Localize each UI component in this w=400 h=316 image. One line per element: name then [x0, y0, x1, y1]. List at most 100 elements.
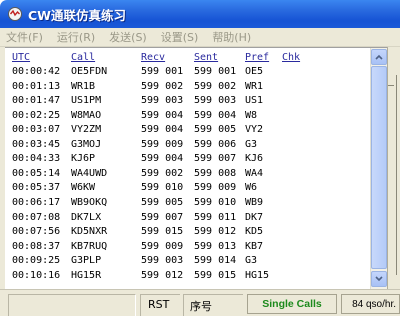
log-cell-utc: 00:01:13	[12, 80, 61, 92]
log-row[interactable]: 00:09:25 G3PLP 599 003 599 014 G3	[5, 254, 375, 268]
menu-item[interactable]: 帮助(H)	[205, 29, 258, 45]
log-cell-sent: 599 006	[194, 138, 237, 150]
title-bar[interactable]: CW通联仿真练习	[0, 0, 400, 28]
arrow-up-icon	[375, 54, 383, 60]
window-title: CW通联仿真练习	[28, 7, 126, 23]
column-header-call: Call	[71, 52, 96, 63]
menu-bar: 文件(F) 运行(R) 发送(S) 设置(S) 帮助(H)	[0, 28, 400, 47]
log-cell-call: OE5FDN	[71, 66, 108, 77]
log-cell-call: US1PM	[71, 95, 102, 107]
log-cell-pref: US1	[245, 95, 264, 107]
panel-divider	[396, 75, 397, 275]
call-field-frame	[8, 294, 136, 316]
log-cell-sent: 599 014	[194, 255, 237, 267]
qso-rate: 84 qso/hr.	[341, 294, 400, 314]
log-cell-recv: 599 012	[141, 269, 184, 281]
entry-bar: 呼号 RST 序号 Single Calls 84 qso/hr.	[0, 289, 400, 316]
mode-status: Single Calls	[247, 294, 337, 314]
log-cell-recv: 599 009	[141, 138, 184, 150]
log-cell-recv: 599 001	[141, 66, 184, 77]
log-cell-utc: 00:03:07	[12, 124, 61, 136]
log-cell-call: W6KW	[71, 182, 96, 194]
log-cell-pref: WA4	[245, 167, 264, 179]
log-cell-utc: 00:05:14	[12, 167, 61, 179]
log-cell-call: G3MOJ	[71, 138, 102, 150]
log-row[interactable]: 00:07:08 DK7LX 599 007 599 011 DK7	[5, 211, 375, 225]
log-row[interactable]: 00:02:25 W8MAO 599 004 599 004 W8	[5, 109, 375, 123]
log-cell-pref: G3	[245, 138, 258, 150]
log-cell-utc: 00:06:17	[12, 196, 61, 208]
log-cell-pref: W6	[245, 182, 258, 194]
log-cell-utc: 00:07:56	[12, 226, 61, 238]
log-cell-sent: 599 011	[194, 211, 237, 223]
qso-log[interactable]: UTC Call Recv Sent Pref Chk 00:00:42 OE5F…	[5, 47, 387, 289]
column-header-utc: UTC	[12, 52, 31, 63]
log-cell-recv: 599 002	[141, 80, 184, 92]
log-cell-utc: 00:03:45	[12, 138, 61, 150]
log-cell-recv: 599 004	[141, 124, 184, 136]
log-cell-utc: 00:05:37	[12, 182, 61, 194]
log-cell-utc: 00:10:16	[12, 269, 61, 281]
log-row[interactable]: 00:07:56 KD5NXR 599 015 599 012 KD5	[5, 225, 375, 239]
log-row[interactable]: 00:03:45 G3MOJ 599 009 599 006 G3	[5, 138, 375, 152]
log-cell-utc: 00:02:25	[12, 109, 61, 121]
log-cell-call: KD5NXR	[71, 226, 108, 238]
log-cell-recv: 599 009	[141, 240, 184, 252]
log-row[interactable]: 00:00:42 OE5FDN 599 001 599 001 OE5	[5, 65, 375, 79]
log-cell-recv: 599 005	[141, 196, 184, 208]
panel-divider	[388, 85, 394, 86]
menu-item[interactable]: 文件(F)	[0, 29, 50, 45]
log-cell-call: KJ6P	[71, 153, 96, 165]
log-cell-recv: 599 004	[141, 153, 184, 165]
log-cell-call: W8MAO	[71, 109, 102, 121]
log-cell-utc: 00:09:25	[12, 255, 61, 267]
log-row[interactable]: 00:06:17 WB9OKQ 599 005 599 010 WB9	[5, 196, 375, 210]
log-cell-recv: 599 003	[141, 255, 184, 267]
log-cell-utc: 00:00:42	[12, 66, 61, 77]
log-row[interactable]: 00:05:14 WA4UWD 599 002 599 008 WA4	[5, 167, 375, 181]
log-cell-recv: 599 010	[141, 182, 184, 194]
log-cell-sent: 599 007	[194, 153, 237, 165]
log-cell-recv: 599 015	[141, 226, 184, 238]
log-cell-recv: 599 003	[141, 95, 184, 107]
log-row[interactable]: 00:08:37 KB7RUQ 599 009 599 013 KB7	[5, 240, 375, 254]
log-cell-call: WB9OKQ	[71, 196, 108, 208]
log-row[interactable]: 00:05:37 W6KW 599 010 599 009 W6	[5, 181, 375, 195]
log-cell-pref: WR1	[245, 80, 264, 92]
menu-item[interactable]: 设置(S)	[154, 29, 206, 45]
arrow-down-icon	[375, 276, 383, 282]
log-cell-call: WR1B	[71, 80, 96, 92]
log-cell-pref: KJ6	[245, 153, 264, 165]
log-cell-sent: 599 002	[194, 80, 237, 92]
log-row[interactable]: 00:04:33 KJ6P 599 004 599 007 KJ6	[5, 152, 375, 166]
menu-item[interactable]: 运行(R)	[50, 29, 102, 45]
log-cell-utc: 00:04:33	[12, 153, 61, 165]
log-row[interactable]: 00:03:07 VY2ZM 599 004 599 005 VY2	[5, 123, 375, 137]
log-cell-sent: 599 013	[194, 240, 237, 252]
log-row[interactable]: 00:01:13 WR1B 599 002 599 002 WR1	[5, 80, 375, 94]
log-cell-sent: 599 009	[194, 182, 237, 194]
log-cell-pref: VY2	[245, 124, 264, 136]
log-cell-utc: 00:08:37	[12, 240, 61, 252]
log-cell-sent: 599 012	[194, 226, 237, 238]
log-header: UTC Call Recv Sent Pref Chk	[5, 51, 375, 65]
scroll-thumb[interactable]	[371, 66, 387, 269]
log-scrollbar[interactable]	[370, 48, 387, 289]
scroll-down-button[interactable]	[371, 271, 387, 287]
log-cell-call: HG15R	[71, 269, 102, 281]
log-cell-sent: 599 015	[194, 269, 237, 281]
column-header-chk: Chk	[282, 52, 301, 63]
log-cell-utc: 00:07:08	[12, 211, 61, 223]
cw-app-icon[interactable]	[6, 5, 24, 23]
log-cell-sent: 599 005	[194, 124, 237, 136]
log-cell-recv: 599 002	[141, 167, 184, 179]
log-cell-sent: 599 010	[194, 196, 237, 208]
rst-label: RST	[148, 298, 170, 311]
log-cell-pref: OE5	[245, 66, 264, 77]
menu-item[interactable]: 发送(S)	[102, 29, 154, 45]
log-row[interactable]: 00:01:47 US1PM 599 003 599 003 US1	[5, 94, 375, 108]
log-row[interactable]: 00:10:16 HG15R 599 012 599 015 HG15	[5, 269, 375, 283]
scroll-up-button[interactable]	[371, 49, 387, 65]
log-cell-recv: 599 007	[141, 211, 184, 223]
log-cell-pref: KD5	[245, 226, 264, 238]
